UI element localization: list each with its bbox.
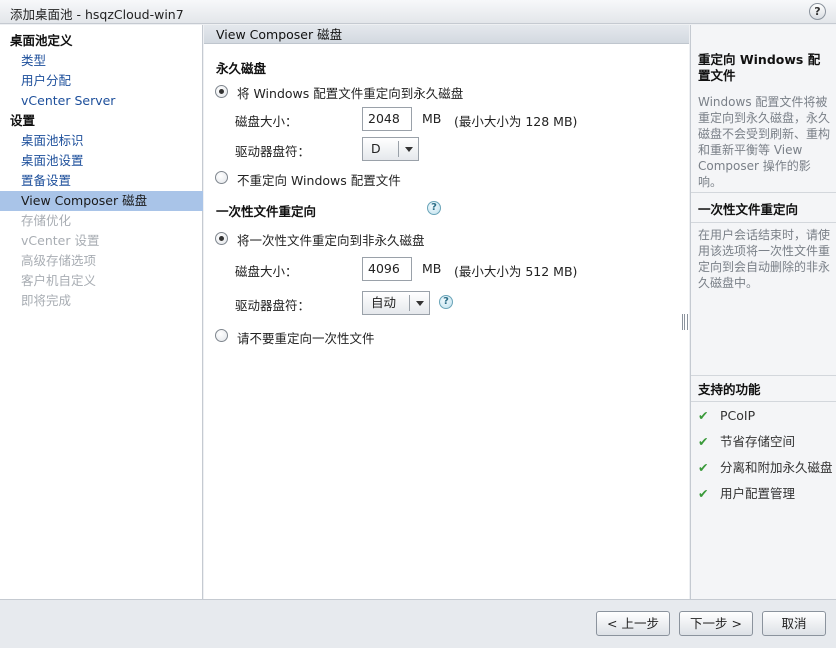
cancel-button[interactable]: 取消: [762, 611, 826, 636]
wizard-sidebar: 桌面池定义 类型 用户分配 vCenter Server 设置 桌面池标识 桌面…: [0, 25, 203, 599]
check-icon: ✔: [698, 434, 709, 449]
persistent-disk-size-input[interactable]: 2048: [362, 107, 412, 131]
disposable-disk-size-min: (最小大小为 512 MB): [454, 264, 578, 279]
sidebar-item-vcenter-server[interactable]: vCenter Server: [0, 91, 203, 111]
disposable-drive-letter-value: 自动: [371, 295, 397, 310]
no-redirect-disposable-label[interactable]: 请不要重定向一次性文件: [237, 328, 375, 347]
disposable-redirection-title: 一次性文件重定向: [216, 204, 317, 219]
sidebar-item-vcenter-settings: vCenter 设置: [21, 233, 100, 248]
wizard-footer: < 上一步 下一步 > 取消: [0, 599, 836, 648]
help-divider: [691, 192, 836, 193]
redirect-profile-label[interactable]: 将 Windows 配置文件重定向到永久磁盘: [237, 83, 463, 102]
sidebar-item-pool-settings[interactable]: 桌面池设置: [0, 151, 203, 171]
help-text-redirect-profile: Windows 配置文件将被重定向到永久磁盘，永久磁盘不会受到刷新、重构和重新平…: [698, 95, 831, 189]
help-divider: [691, 375, 836, 376]
no-redirect-profile-label[interactable]: 不重定向 Windows 配置文件: [237, 170, 401, 189]
question-icon[interactable]: ?: [427, 201, 441, 215]
next-button[interactable]: 下一步 >: [679, 611, 753, 636]
help-title-disposable: 一次性文件重定向: [698, 202, 799, 217]
sidebar-item-storage-optimization: 存储优化: [21, 213, 72, 228]
help-title-redirect-profile: 重定向 Windows 配置文件: [698, 52, 821, 83]
splitter-handle[interactable]: [682, 314, 688, 330]
sidebar-head-settings: 设置: [10, 113, 36, 128]
persistent-disk-title: 永久磁盘: [216, 61, 267, 76]
sidebar-item-ready-to-complete: 即将完成: [21, 293, 72, 308]
persistent-drive-letter-label: 驱动器盘符：: [235, 144, 311, 159]
disposable-disk-size-unit: MB: [422, 261, 442, 276]
main-panel: View Composer 磁盘 永久磁盘 将 Windows 配置文件重定向到…: [204, 25, 689, 599]
help-panel: 重定向 Windows 配置文件 Windows 配置文件将被重定向到永久磁盘，…: [690, 25, 836, 599]
feature-item: ✔ 分离和附加永久磁盘: [698, 460, 833, 475]
help-divider: [691, 222, 836, 223]
disposable-disk-size-input[interactable]: 4096: [362, 257, 412, 281]
help-divider: [691, 401, 836, 402]
sidebar-item-provisioning-settings[interactable]: 置备设置: [0, 171, 203, 191]
features-title: 支持的功能: [698, 382, 761, 397]
sidebar-item-view-composer-disks[interactable]: View Composer 磁盘: [0, 191, 203, 211]
disposable-disk-size-label: 磁盘大小：: [235, 264, 298, 279]
chevron-down-icon: [416, 301, 424, 306]
check-icon: ✔: [698, 408, 709, 423]
sidebar-item-pool-id[interactable]: 桌面池标识: [0, 131, 203, 151]
sidebar-item-guest-customization: 客户机自定义: [21, 273, 97, 288]
feature-item: ✔ 节省存储空间: [698, 434, 796, 449]
help-text-disposable: 在用户会话结束时，请使用该选项将一次性文件重定向到会自动删除的非永久磁盘中。: [698, 228, 831, 290]
chevron-down-icon: [405, 147, 413, 152]
persistent-disk-size-label: 磁盘大小：: [235, 114, 298, 129]
title-bar: 添加桌面池 - hsqzCloud-win7 ?: [0, 0, 836, 24]
sidebar-head-pool-definition: 桌面池定义: [10, 33, 73, 48]
feature-item: ✔ PCoIP: [698, 408, 756, 423]
check-icon: ✔: [698, 486, 709, 501]
question-icon[interactable]: ?: [439, 295, 453, 309]
disposable-drive-letter-select[interactable]: 自动: [362, 291, 430, 315]
persistent-disk-size-unit: MB: [422, 111, 442, 126]
disposable-drive-letter-label: 驱动器盘符：: [235, 298, 311, 313]
sidebar-item-advanced-storage: 高级存储选项: [21, 253, 97, 268]
feature-item: ✔ 用户配置管理: [698, 486, 796, 501]
page-title: View Composer 磁盘: [204, 25, 689, 44]
window-title: 添加桌面池 - hsqzCloud-win7: [10, 7, 184, 22]
sidebar-item-user-assignment[interactable]: 用户分配: [0, 71, 203, 91]
check-icon: ✔: [698, 460, 709, 475]
no-redirect-disposable-radio[interactable]: [215, 329, 228, 342]
sidebar-item-type[interactable]: 类型: [0, 51, 203, 71]
persistent-drive-letter-value: D: [371, 141, 381, 156]
redirect-disposable-label[interactable]: 将一次性文件重定向到非永久磁盘: [237, 230, 425, 249]
persistent-drive-letter-select[interactable]: D: [362, 137, 419, 161]
help-icon[interactable]: ?: [809, 3, 826, 20]
persistent-disk-size-min: (最小大小为 128 MB): [454, 114, 578, 129]
redirect-profile-radio[interactable]: [215, 85, 228, 98]
redirect-disposable-radio[interactable]: [215, 232, 228, 245]
back-button[interactable]: < 上一步: [596, 611, 670, 636]
no-redirect-profile-radio[interactable]: [215, 171, 228, 184]
